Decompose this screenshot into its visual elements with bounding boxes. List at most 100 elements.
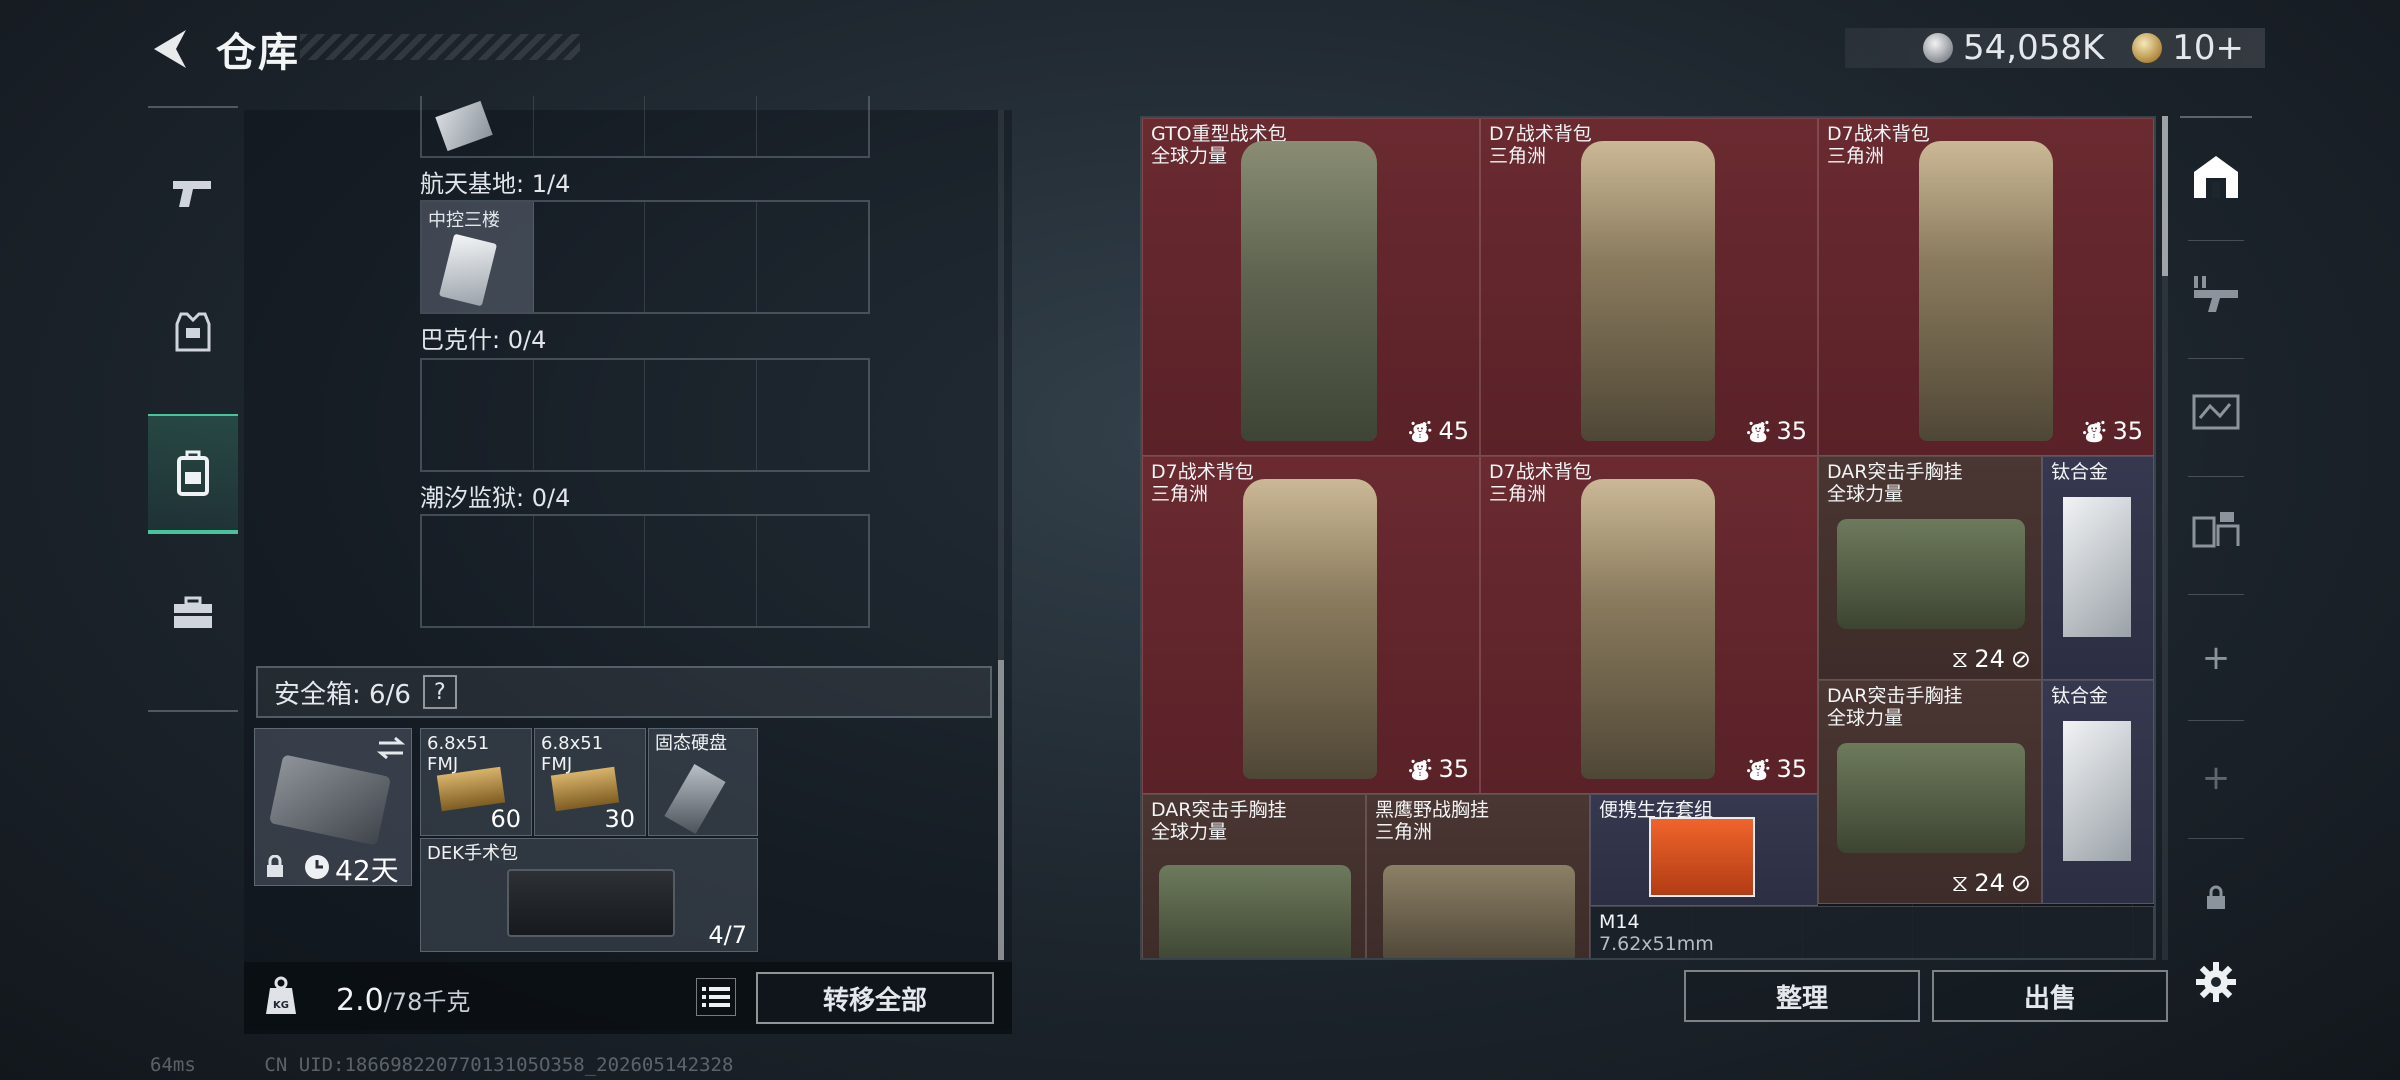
nav-cases[interactable] [148, 568, 238, 658]
safebox-item-ssd[interactable]: 固态硬盘 [648, 728, 758, 836]
item-name: D7战术背包 三角洲 [1151, 461, 1254, 505]
settings-button[interactable] [2186, 952, 2246, 1012]
safebox-item-ammo-2[interactable]: 6.8x51 FMJ 30 [534, 728, 646, 836]
lock-icon [267, 855, 283, 877]
nav-weapons[interactable] [148, 148, 238, 238]
gold-coin-icon [2132, 33, 2163, 63]
safebox-case-image [268, 754, 392, 846]
item-name: 钛合金 [2051, 685, 2109, 707]
back-arrow-icon [154, 30, 186, 68]
capacity-badge: ⛇ 35 [1746, 751, 1807, 787]
nav-workbench[interactable] [2180, 490, 2252, 570]
add-icon: + [2201, 758, 2231, 798]
inventory-item-titanium[interactable]: 钛合金 [2042, 456, 2154, 680]
storage-grid-tidal-prison [420, 514, 870, 628]
silver-amount: 54,058K [1963, 28, 2105, 68]
title-decoration [300, 34, 580, 60]
swap-icon [376, 736, 406, 760]
inventory-item-dar-rig[interactable]: DAR突击手胸挂 全球力量 ⧖ 24 ⊘ [1818, 456, 2042, 680]
safebox-label: 安全箱: 6/6 [274, 679, 411, 710]
weight-kg-icon: KG [266, 976, 296, 1014]
list-view-button[interactable] [696, 978, 736, 1016]
section-label-aerospace: 航天基地: 1/4 [420, 170, 571, 198]
item-count: 30 [604, 805, 635, 833]
weapon-rack-icon [2194, 276, 2238, 312]
briefcase-icon [174, 596, 212, 628]
inventory-item-d7-pack[interactable]: D7战术背包 三角洲 ⛇ 35 [1480, 456, 1818, 794]
backpack-image [1243, 479, 1377, 779]
inventory-item-gto-pack[interactable]: GTO重型战术包 全球力量 ⛇ 45 [1142, 118, 1480, 456]
settings-icon [2196, 962, 2236, 1002]
inventory-item-d7-pack[interactable]: D7战术背包 三角洲 ⛇ 35 [1818, 118, 2154, 456]
keycard-icon [438, 233, 498, 307]
nav-add-slot-2[interactable]: + [2180, 738, 2252, 818]
inventory-item-dar-rig[interactable]: DAR突击手胸挂 全球力量 ⧖ 24 ⊘ [1818, 680, 2042, 904]
rig-capacity-icon: ⧖ [1951, 645, 1969, 673]
nav-locked-slot[interactable] [2180, 858, 2252, 938]
item-count: 4/7 [708, 921, 747, 949]
backpack-icon [177, 450, 209, 496]
storage-item-keycard[interactable]: 中控三楼 [422, 202, 534, 312]
inventory-item-m14[interactable]: M14 7.62x51mm [1590, 906, 2154, 958]
backpack-image [1919, 141, 2053, 441]
inventory-item-survival-kit[interactable]: 便携生存套组 [1590, 794, 1818, 906]
safebox-item-ammo-1[interactable]: 6.8x51 FMJ 60 [420, 728, 532, 836]
item-name: DAR突击手胸挂 全球力量 [1827, 685, 1963, 729]
item-name: 固态硬盘 [655, 733, 727, 754]
nav-backpacks[interactable] [148, 414, 238, 534]
back-button[interactable] [148, 26, 194, 72]
nav-add-slot-1[interactable]: + [2180, 618, 2252, 698]
item-name: D7战术背包 三角洲 [1489, 461, 1592, 505]
backpack-capacity-icon: ⛇ [1408, 419, 1433, 447]
item-name: D7战术背包 三角洲 [1489, 123, 1592, 167]
list-icon [702, 987, 730, 1007]
inventory-panel: GTO重型战术包 全球力量 ⛇ 45 D7战术背包 三角洲 ⛇ 35 D7战术背包 三角洲… [1140, 116, 2156, 960]
no-insure-icon: ⊘ [2010, 869, 2031, 897]
safebox-container[interactable]: 42天 [254, 728, 412, 886]
organize-button[interactable]: 整理 [1684, 970, 1920, 1022]
surgery-kit-icon [507, 869, 675, 937]
page-title: 仓库 [216, 30, 300, 76]
footer-info: 64ms CN UID:18669822077013105O358_202605… [150, 1054, 733, 1076]
transfer-all-button[interactable]: 转移全部 [756, 972, 994, 1024]
capacity-badge: ⛇ 35 [1746, 413, 1807, 449]
titanium-plate-image [2063, 721, 2131, 861]
item-name: 黑鹰野战胸挂 三角洲 [1375, 799, 1490, 843]
item-name: M14 7.62x51mm [1599, 911, 1714, 955]
weight-readout: 2.0/78千克 [336, 982, 470, 1018]
right-scrollbar-thumb[interactable] [2162, 116, 2168, 276]
ssd-icon [664, 764, 726, 834]
inventory-item-dar-rig[interactable]: DAR突击手胸挂 全球力量 [1142, 794, 1366, 958]
ping-text: 64ms [150, 1054, 196, 1076]
inventory-item-titanium[interactable]: 钛合金 [2042, 680, 2154, 904]
backpack-capacity-icon: ⛇ [2082, 419, 2107, 447]
storage-grid-aerospace: 中控三楼 [420, 200, 870, 314]
storage-home-icon [2194, 156, 2238, 198]
section-label-tidal-prison: 潮汐监狱: 0/4 [420, 484, 571, 512]
no-insure-icon: ⊘ [2010, 645, 2031, 673]
section-label-bakhsh: 巴克什: 0/4 [420, 326, 547, 354]
armory-icon [2192, 394, 2240, 430]
add-icon: + [2201, 638, 2231, 678]
currency-bar: 54,058K 10+ [1845, 28, 2265, 68]
backpack-capacity-icon: ⛇ [1746, 757, 1771, 785]
backpack-image [1241, 141, 1377, 441]
pistol-icon [173, 181, 211, 207]
nav-storage-home[interactable] [2180, 136, 2252, 216]
help-button[interactable]: ? [422, 675, 457, 709]
inventory-item-blackhawk-rig[interactable]: 黑鹰野战胸挂 三角洲 [1366, 794, 1590, 958]
chest-rig-image [1837, 519, 2025, 629]
right-nav: + + [2180, 116, 2252, 956]
item-name: DEK手术包 [427, 843, 519, 864]
silver-coin-icon [1923, 33, 1953, 63]
safebox-item-surgery-kit[interactable]: DEK手术包 4/7 [420, 838, 758, 952]
nav-armory[interactable] [2180, 372, 2252, 452]
sell-button[interactable]: 出售 [1932, 970, 2168, 1022]
inventory-item-d7-pack[interactable]: D7战术背包 三角洲 ⛇ 35 [1480, 118, 1818, 456]
nav-weapon-rack[interactable] [2180, 254, 2252, 334]
left-scrollbar-thumb[interactable] [998, 660, 1004, 960]
chest-rig-image [1383, 865, 1575, 958]
gold-amount: 10+ [2172, 28, 2245, 68]
inventory-item-d7-pack[interactable]: D7战术背包 三角洲 ⛇ 35 [1142, 456, 1480, 794]
nav-armor[interactable] [148, 286, 238, 376]
